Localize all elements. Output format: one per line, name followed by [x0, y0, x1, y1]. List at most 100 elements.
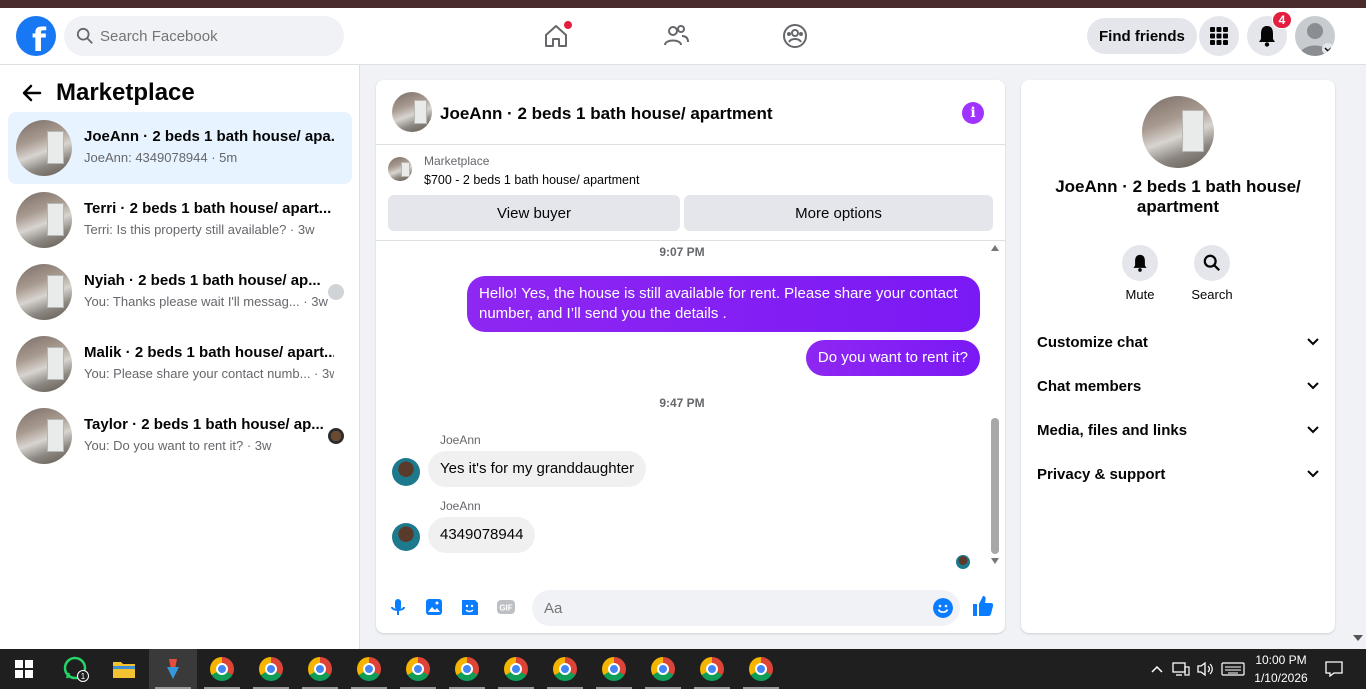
- conversation-item[interactable]: JoeAnn · 2 beds 1 bath house/ apa... Joe…: [8, 112, 352, 184]
- network-icon[interactable]: [1172, 661, 1190, 677]
- photo-icon[interactable]: [423, 596, 445, 618]
- gif-icon[interactable]: GIF: [495, 596, 517, 618]
- chrome-icon: [357, 657, 381, 681]
- privacy-support-row[interactable]: Privacy & support: [1029, 454, 1327, 494]
- conversation-title: JoeAnn · 2 beds 1 bath house/ apa...: [84, 128, 334, 145]
- chrome-icon: [406, 657, 430, 681]
- search-input[interactable]: [100, 27, 320, 45]
- chat-scrollbar[interactable]: [991, 243, 999, 568]
- chrome-icon: [259, 657, 283, 681]
- customize-chat-row[interactable]: Customize chat: [1029, 322, 1327, 362]
- row-label: Chat members: [1037, 377, 1142, 395]
- clock-date[interactable]: 1/10/2026: [1250, 671, 1312, 685]
- scroll-down-arrow-icon[interactable]: [991, 558, 999, 564]
- taskbar-chrome[interactable]: [394, 649, 442, 689]
- details-listing-photo[interactable]: [1142, 96, 1214, 168]
- conversation-item[interactable]: Terri · 2 beds 1 bath house/ apart... Te…: [8, 184, 352, 256]
- conversation-preview: JoeAnn: 4349078944 · 5m: [84, 150, 238, 165]
- chat-members-row[interactable]: Chat members: [1029, 366, 1327, 406]
- chrome-icon: [602, 657, 626, 681]
- tray-chevron-up-icon[interactable]: [1151, 665, 1163, 673]
- marketplace-sidebar: Marketplace JoeAnn · 2 beds 1 bath house…: [0, 65, 360, 649]
- chat-header: JoeAnn · 2 beds 1 bath house/ apartment …: [376, 80, 1005, 145]
- view-buyer-button[interactable]: View buyer: [388, 195, 680, 231]
- chrome-icon: [553, 657, 577, 681]
- taskbar-chrome[interactable]: [590, 649, 638, 689]
- taskbar-chrome[interactable]: [688, 649, 736, 689]
- chat-scroll-thumb[interactable]: [991, 418, 999, 554]
- taskbar-file-explorer[interactable]: [100, 649, 148, 689]
- seen-avatar: [328, 428, 344, 444]
- search-icon: [76, 27, 93, 44]
- listing-thumbnail: [16, 336, 72, 392]
- speaker-icon[interactable]: [1196, 661, 1214, 677]
- outgoing-message[interactable]: Hello! Yes, the house is still available…: [467, 276, 980, 332]
- start-button[interactable]: [0, 649, 48, 689]
- mute-action[interactable]: Mute: [1110, 245, 1170, 302]
- listing-thumbnail: [16, 408, 72, 464]
- groups-icon[interactable]: [781, 22, 809, 50]
- chrome-icon: [455, 657, 479, 681]
- profile-avatar[interactable]: [1295, 16, 1335, 56]
- taskbar-chrome[interactable]: [737, 649, 785, 689]
- emoji-icon[interactable]: [933, 598, 953, 618]
- message-input[interactable]: [532, 590, 960, 626]
- taskbar-chrome[interactable]: [247, 649, 295, 689]
- chrome-icon: [749, 657, 773, 681]
- notification-center-icon[interactable]: [1325, 661, 1343, 677]
- listing-price[interactable]: $700 - 2 beds 1 bath house/ apartment: [424, 173, 639, 187]
- microphone-icon[interactable]: [387, 596, 409, 618]
- taskbar-chrome[interactable]: [296, 649, 344, 689]
- back-arrow-icon[interactable]: [20, 81, 44, 105]
- notification-count-badge: 4: [1272, 11, 1292, 29]
- sender-avatar[interactable]: [392, 523, 420, 551]
- taskbar-chrome[interactable]: [345, 649, 393, 689]
- scroll-up-arrow-icon[interactable]: [991, 245, 999, 251]
- chat-title[interactable]: JoeAnn · 2 beds 1 bath house/ apartment: [440, 104, 773, 124]
- media-files-links-row[interactable]: Media, files and links: [1029, 410, 1327, 450]
- page-scrollbar[interactable]: [1350, 65, 1366, 649]
- taskbar-whatsapp[interactable]: 1: [52, 649, 100, 689]
- menu-button[interactable]: [1199, 16, 1239, 56]
- more-options-button[interactable]: More options: [684, 195, 993, 231]
- sticker-icon[interactable]: [459, 596, 481, 618]
- taskbar-chrome[interactable]: [492, 649, 540, 689]
- outgoing-message[interactable]: Do you want to rent it?: [805, 340, 980, 376]
- taskbar-chrome[interactable]: [443, 649, 491, 689]
- sender-name: JoeAnn: [440, 499, 481, 513]
- info-icon[interactable]: i: [962, 102, 984, 124]
- friends-icon[interactable]: [662, 22, 690, 50]
- conversation-item[interactable]: Malik · 2 beds 1 bath house/ apart... Yo…: [8, 328, 352, 400]
- conversation-item[interactable]: Nyiah · 2 beds 1 bath house/ ap... You: …: [8, 256, 352, 328]
- conversation-title: Taylor · 2 beds 1 bath house/ ap...: [84, 416, 324, 433]
- taskbar-chrome[interactable]: [198, 649, 246, 689]
- thumbs-up-icon[interactable]: [971, 594, 995, 618]
- page-title: Marketplace: [56, 79, 195, 106]
- chrome-icon: [308, 657, 332, 681]
- chevron-down-icon: [1307, 470, 1319, 478]
- incoming-message[interactable]: 4349078944: [428, 517, 536, 553]
- taskbar-chrome[interactable]: [541, 649, 589, 689]
- chevron-down-icon: [1307, 426, 1319, 434]
- search-box[interactable]: [64, 16, 344, 56]
- facebook-logo[interactable]: f: [16, 16, 56, 56]
- clock-time[interactable]: 10:00 PM: [1250, 653, 1312, 667]
- taskbar-chrome[interactable]: [639, 649, 687, 689]
- row-label: Customize chat: [1037, 333, 1148, 351]
- conversation-item[interactable]: Taylor · 2 beds 1 bath house/ ap... You:…: [8, 400, 352, 472]
- chrome-icon: [651, 657, 675, 681]
- bell-icon: [1133, 254, 1147, 272]
- keyboard-icon[interactable]: [1221, 662, 1245, 676]
- incoming-message[interactable]: Yes it's for my granddaughter: [428, 451, 647, 487]
- chrome-icon: [504, 657, 528, 681]
- listing-thumbnail: [16, 120, 72, 176]
- taskbar-app-active[interactable]: [149, 649, 197, 689]
- search-action[interactable]: Search: [1182, 245, 1242, 302]
- sender-avatar[interactable]: [392, 458, 420, 486]
- windows-logo-icon: [15, 660, 33, 678]
- search-icon: [1203, 254, 1220, 271]
- chat-listing-thumbnail[interactable]: [392, 92, 432, 132]
- find-friends-button[interactable]: Find friends: [1087, 18, 1197, 54]
- chevron-down-icon: [1307, 338, 1319, 346]
- page-scroll-down-arrow-icon[interactable]: [1353, 635, 1363, 641]
